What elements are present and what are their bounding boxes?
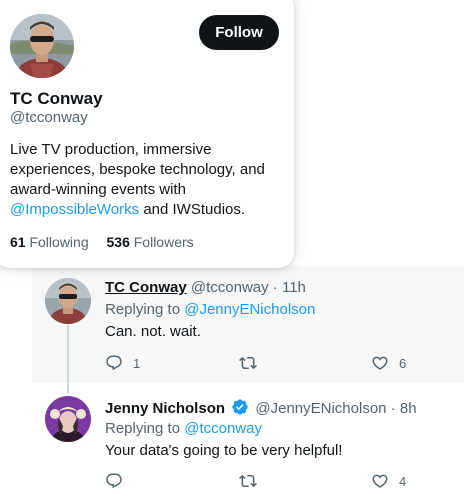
avatar[interactable] [45, 278, 91, 324]
like-button[interactable]: 4 [371, 472, 406, 490]
tc-conway-avatar-image [10, 14, 74, 78]
jenny-nicholson-avatar-image [45, 396, 91, 442]
following-stat[interactable]: 61 Following [10, 234, 89, 250]
reply-icon [106, 473, 122, 489]
following-count: 61 [10, 234, 26, 250]
tweet-text: Your data's going to be very helpful! [105, 442, 343, 459]
like-button[interactable]: 6 [371, 354, 406, 372]
reply-button[interactable]: 1 [105, 354, 140, 372]
tweet-actions: 4 [105, 472, 425, 492]
author-name[interactable]: TC Conway [105, 279, 187, 296]
tweet-header: Jenny Nicholson @JennyENicholson · 8h [105, 398, 417, 417]
tweet-item[interactable]: TC Conway @tcconway · 11h Replying to @J… [32, 266, 464, 382]
replying-to: Replying to @JennyENicholson [105, 301, 315, 318]
profile-handle[interactable]: @tcconway [10, 109, 88, 126]
timeline: TC Conway @tcconway · 11h Replying to @J… [0, 0, 466, 494]
retweet-button[interactable] [239, 354, 267, 372]
follow-button[interactable]: Follow [199, 15, 279, 50]
reply-icon [106, 355, 122, 371]
avatar[interactable] [45, 396, 91, 442]
like-icon [372, 474, 388, 488]
avatar[interactable] [10, 14, 74, 78]
replying-to-prefix: Replying to [105, 420, 185, 437]
separator-dot: · [386, 400, 400, 417]
retweet-button[interactable] [239, 472, 267, 490]
author-handle[interactable]: @tcconway [191, 279, 269, 296]
separator-dot: · [268, 279, 282, 296]
followers-label: Followers [133, 234, 194, 250]
author-name[interactable]: Jenny Nicholson [105, 400, 225, 417]
replying-to-mention[interactable]: @tcconway [184, 420, 262, 437]
like-count: 4 [399, 473, 407, 489]
profile-stats: 61 Following 536 Followers [10, 234, 208, 250]
replying-to-prefix: Replying to [105, 301, 185, 318]
thread-connector-line [67, 325, 69, 393]
tweet-item[interactable]: Jenny Nicholson @JennyENicholson · 8h Re… [32, 384, 464, 494]
author-handle[interactable]: @JennyENicholson [255, 400, 386, 417]
tweet-header: TC Conway @tcconway · 11h [105, 279, 306, 296]
replying-to-mention[interactable]: @JennyENicholson [184, 301, 315, 318]
followers-stat[interactable]: 536 Followers [107, 234, 194, 250]
twitter-thread-view: TC Conway @tcconway · 11h Replying to @J… [0, 0, 466, 494]
retweet-icon [239, 356, 257, 370]
replying-to: Replying to @tcconway [105, 420, 262, 437]
tc-conway-avatar-image [45, 278, 91, 324]
profile-hover-card: Follow TC Conway @tcconway Live TV produ… [0, 0, 294, 268]
retweet-icon [239, 474, 257, 488]
followers-count: 536 [106, 234, 130, 250]
following-label: Following [29, 234, 89, 250]
verified-badge-icon [232, 399, 248, 415]
reply-button[interactable] [105, 472, 133, 490]
profile-bio: Live TV production, immersive experience… [10, 140, 282, 220]
like-count: 6 [399, 355, 407, 371]
timestamp[interactable]: 11h [282, 279, 306, 296]
like-icon [372, 356, 388, 370]
reply-count: 1 [133, 355, 141, 371]
bio-text: Live TV production, immersive experience… [10, 141, 265, 198]
profile-name[interactable]: TC Conway [10, 89, 103, 109]
timestamp[interactable]: 8h [400, 400, 417, 417]
bio-text: and IWStudios. [139, 201, 246, 218]
tweet-actions: 1 6 [105, 354, 425, 374]
bio-mention-link[interactable]: @ImpossibleWorks [10, 201, 139, 218]
tweet-text: Can. not. wait. [105, 323, 201, 340]
